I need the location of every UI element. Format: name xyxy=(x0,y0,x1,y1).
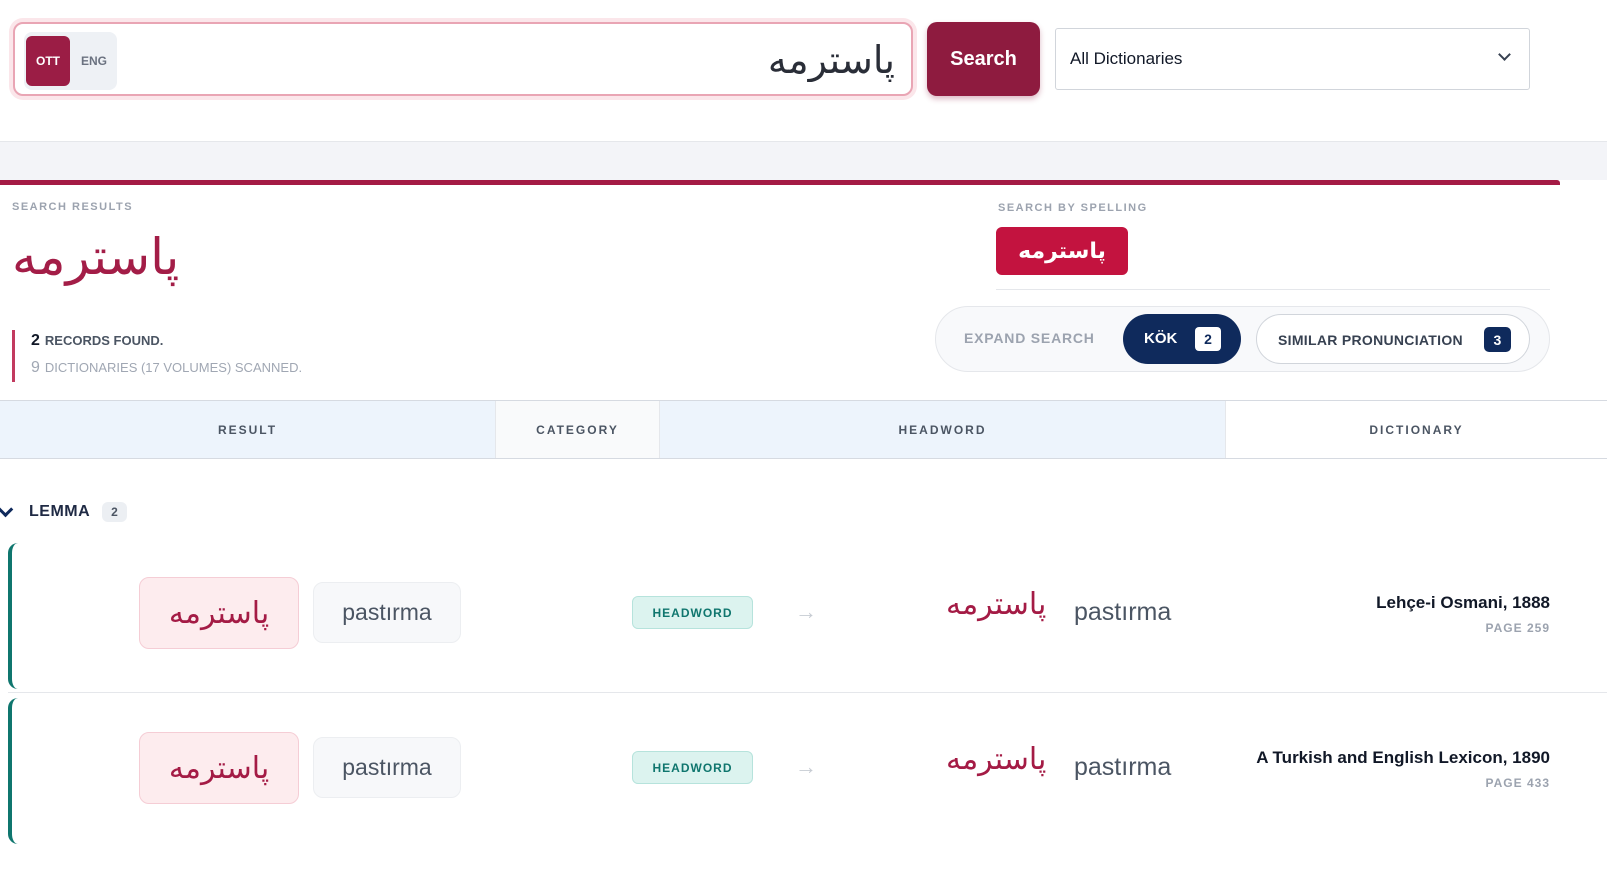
search-button[interactable]: Search xyxy=(927,22,1040,96)
dictionaries-count: 9 xyxy=(31,359,40,376)
category-badge: HEADWORD xyxy=(632,596,753,629)
results-table-header: RESULT CATEGORY HEADWORD DICTIONARY xyxy=(0,400,1607,459)
headword-ottoman: پاسترمه xyxy=(946,742,1047,777)
kok-filter-button[interactable]: KÖK 2 xyxy=(1123,314,1241,364)
column-header-category[interactable]: CATEGORY xyxy=(495,401,660,458)
column-header-dictionary[interactable]: DICTIONARY xyxy=(1225,401,1607,458)
column-header-headword[interactable]: HEADWORD xyxy=(660,401,1225,458)
headword-latin: pastırma xyxy=(1074,753,1172,781)
similar-pronunciation-label: SIMILAR PRONUNCIATION xyxy=(1278,332,1463,348)
chevron-down-icon xyxy=(0,501,14,517)
group-label: LEMMA xyxy=(29,503,91,520)
group-count-badge: 2 xyxy=(102,502,127,522)
results-stats: 2 RECORDS FOUND. 9 DICTIONARIES (17 VOLUME… xyxy=(12,330,302,382)
result-latin-chip[interactable]: pastırma xyxy=(313,737,461,798)
similar-pronunciation-button[interactable]: SIMILAR PRONUNCIATION 3 xyxy=(1256,314,1530,364)
dictionary-name[interactable]: Lehçe-i Osmani, 1888 xyxy=(1376,593,1550,613)
records-count: 2 xyxy=(31,332,40,349)
spacer-band xyxy=(0,142,1607,180)
result-latin-chip[interactable]: pastırma xyxy=(313,582,461,643)
result-ottoman-chip[interactable]: پاسترمه xyxy=(139,577,299,649)
expand-search-bar: EXPAND SEARCH KÖK 2 SIMILAR PRONUNCIATIO… xyxy=(935,306,1550,372)
dictionaries-scanned: 9 DICTIONARIES (17 VOLUMES) SCANNED. xyxy=(31,357,302,384)
lang-ott-button[interactable]: OTT xyxy=(26,36,70,86)
arrow-right-icon: → xyxy=(795,599,817,624)
column-header-result[interactable]: RESULT xyxy=(0,401,495,458)
category-badge: HEADWORD xyxy=(632,751,753,784)
dictionary-page: PAGE 433 xyxy=(1485,776,1550,790)
dictionary-page: PAGE 259 xyxy=(1485,621,1550,635)
row-divider xyxy=(8,692,1607,693)
headword-latin: pastırma xyxy=(1074,598,1172,626)
dictionaries-label: DICTIONARIES (17 VOLUMES) SCANNED. xyxy=(44,360,303,375)
table-row[interactable]: پاسترمه pastırma HEADWORD → پاسترمه past… xyxy=(8,543,1607,689)
accent-divider xyxy=(0,180,1560,185)
records-label: RECORDS FOUND. xyxy=(44,333,164,348)
dictionary-name[interactable]: A Turkish and English Lexicon, 1890 xyxy=(1256,748,1550,768)
table-row[interactable]: پاسترمه pastırma HEADWORD → پاسترمه past… xyxy=(8,698,1607,844)
records-found: 2 RECORDS FOUND. xyxy=(31,330,302,357)
group-toggle-lemma[interactable]: LEMMA 2 xyxy=(0,498,127,526)
search-header: OTT ENG Search All Dictionaries xyxy=(0,0,1607,142)
query-title: پاسترمه xyxy=(12,228,180,286)
headword-ottoman: پاسترمه xyxy=(946,587,1047,622)
dictionary-select-value: All Dictionaries xyxy=(1070,49,1183,68)
kok-label: KÖK xyxy=(1144,330,1178,347)
arrow-right-icon: → xyxy=(795,754,817,779)
spelling-button[interactable]: پاسترمه xyxy=(996,227,1128,275)
result-ottoman-chip[interactable]: پاسترمه xyxy=(139,732,299,804)
search-input[interactable] xyxy=(135,30,895,90)
dictionary-select[interactable]: All Dictionaries xyxy=(1055,28,1530,90)
similar-count-badge: 3 xyxy=(1484,327,1511,352)
lang-eng-button[interactable]: ENG xyxy=(72,36,116,86)
kok-count-badge: 2 xyxy=(1195,327,1221,351)
search-box: OTT ENG xyxy=(13,22,913,96)
chevron-down-icon xyxy=(1498,48,1511,61)
search-by-spelling-label: SEARCH BY SPELLING xyxy=(998,202,1148,214)
expand-search-label: EXPAND SEARCH xyxy=(964,330,1095,346)
language-toggle: OTT ENG xyxy=(24,32,117,90)
divider xyxy=(996,289,1550,290)
search-results-label: SEARCH RESULTS xyxy=(12,201,134,213)
